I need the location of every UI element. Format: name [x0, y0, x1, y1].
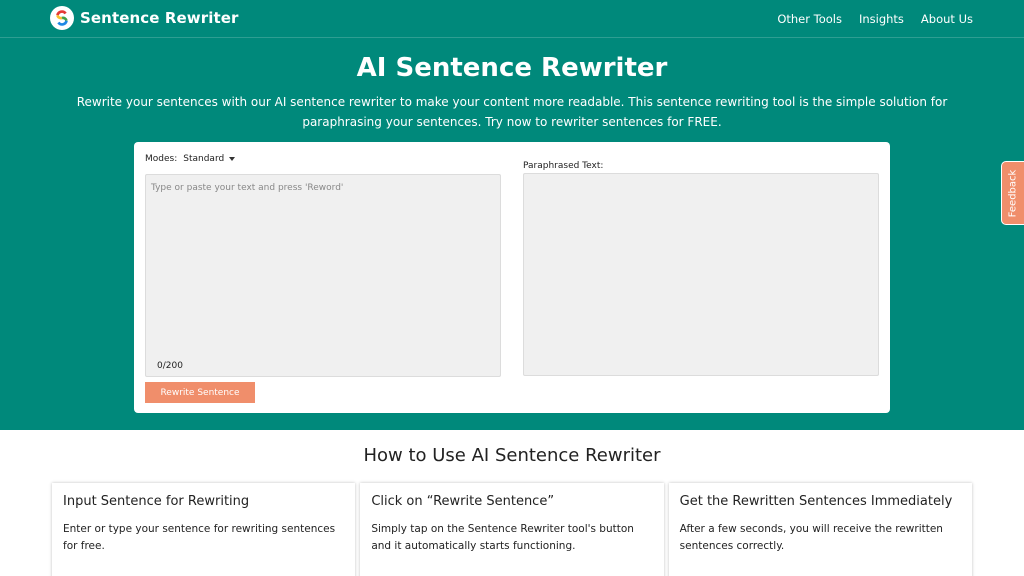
- brand-name: Sentence Rewriter: [80, 9, 239, 27]
- nav-links: Other Tools Insights About Us: [777, 12, 973, 26]
- page-subtitle: Rewrite your sentences with our AI sente…: [76, 95, 948, 129]
- nav-about-us[interactable]: About Us: [921, 12, 973, 26]
- step-card-click: Click on “Rewrite Sentence” Simply tap o…: [360, 483, 664, 576]
- modes-selected-value: Standard: [183, 154, 225, 164]
- nav-other-tools[interactable]: Other Tools: [777, 12, 842, 26]
- step-text: Enter or type your sentence for rewritin…: [63, 523, 336, 552]
- brand-logo[interactable]: Sentence Rewriter: [50, 6, 239, 30]
- paraphrased-output-area[interactable]: [523, 173, 879, 376]
- modes-dropdown[interactable]: Standard: [183, 154, 236, 164]
- caret-down-icon: [229, 157, 236, 161]
- step-card-input: Input Sentence for Rewriting Enter or ty…: [52, 483, 356, 576]
- input-text-area[interactable]: [146, 175, 500, 355]
- modes-control: Modes: Standard: [145, 154, 236, 164]
- howto-steps: Input Sentence for Rewriting Enter or ty…: [52, 483, 972, 576]
- step-title: Click on “Rewrite Sentence”: [371, 494, 555, 509]
- feedback-tab[interactable]: Feedback: [1001, 161, 1024, 225]
- step-title: Input Sentence for Rewriting: [63, 494, 250, 509]
- hero-section: Sentence Rewriter Other Tools Insights A…: [0, 0, 1024, 430]
- step-title: Get the Rewritten Sentences Immediately: [679, 494, 953, 509]
- rewriter-tool-card: Modes: Standard 0/200 Paraphrased Text: …: [134, 142, 890, 413]
- step-text: After a few seconds, you will receive th…: [679, 523, 943, 552]
- character-counter: 0/200: [157, 361, 183, 371]
- nav-insights[interactable]: Insights: [859, 12, 904, 26]
- howto-title: How to Use AI Sentence Rewriter: [363, 445, 661, 466]
- input-text-area-wrapper: 0/200: [145, 174, 501, 377]
- top-nav: Sentence Rewriter Other Tools Insights A…: [0, 0, 1024, 38]
- rewrite-sentence-button[interactable]: Rewrite Sentence: [145, 382, 255, 403]
- paraphrased-text-label: Paraphrased Text:: [523, 161, 604, 171]
- page-title: AI Sentence Rewriter: [356, 53, 668, 83]
- step-text: Simply tap on the Sentence Rewriter tool…: [371, 523, 634, 552]
- feedback-label: Feedback: [1007, 169, 1019, 217]
- modes-label: Modes:: [145, 154, 178, 164]
- step-card-result: Get the Rewritten Sentences Immediately …: [668, 483, 972, 576]
- logo-icon: [50, 6, 74, 30]
